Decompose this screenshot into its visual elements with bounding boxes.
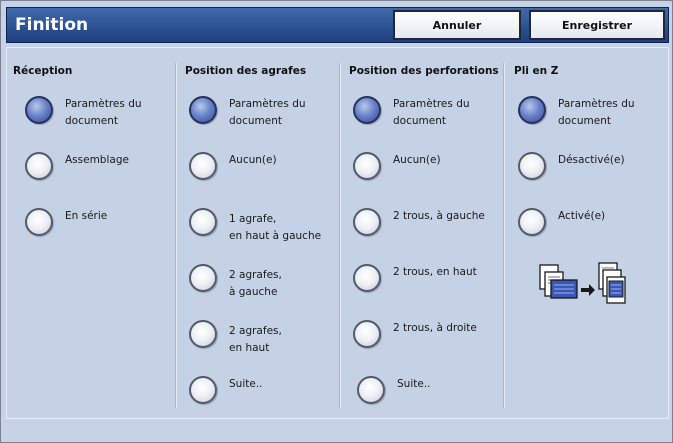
- radio-button[interactable]: [353, 152, 381, 180]
- radio-button[interactable]: [25, 208, 53, 236]
- option-label[interactable]: Assemblage: [65, 152, 129, 169]
- option-label[interactable]: 1 agrafe, en haut à gauche: [229, 211, 321, 245]
- radio-button[interactable]: [25, 152, 53, 180]
- radio-button[interactable]: [353, 208, 381, 236]
- option-label[interactable]: 2 agrafes, à gauche: [229, 267, 282, 301]
- cancel-button[interactable]: Annuler: [393, 10, 521, 40]
- radio-button-selected[interactable]: [518, 96, 546, 124]
- radio-button[interactable]: [353, 320, 381, 348]
- save-button[interactable]: Enregistrer: [529, 10, 665, 40]
- radio-button-selected[interactable]: [189, 96, 217, 124]
- column-divider: [175, 63, 177, 408]
- option-label[interactable]: Suite..: [229, 376, 263, 393]
- option-label[interactable]: Suite..: [397, 376, 431, 393]
- option-label[interactable]: Désactivé(e): [558, 152, 625, 169]
- radio-button[interactable]: [189, 264, 217, 292]
- z-fold-heading: Pli en Z: [514, 65, 559, 77]
- options-panel: Réception Position des agrafes Position …: [6, 47, 669, 419]
- column-divider: [503, 63, 505, 408]
- folded-document-stack-icon: [598, 262, 626, 304]
- z-fold-illustration-icon: [539, 262, 626, 304]
- radio-button[interactable]: [518, 208, 546, 236]
- reception-heading: Réception: [13, 65, 73, 77]
- option-label[interactable]: Aucun(e): [229, 152, 277, 169]
- radio-button-selected[interactable]: [25, 96, 53, 124]
- option-label[interactable]: 2 agrafes, en haut: [229, 323, 282, 357]
- radio-button[interactable]: [189, 208, 217, 236]
- option-label[interactable]: Paramètres du document: [393, 96, 470, 130]
- option-label[interactable]: 2 trous, à gauche: [393, 208, 485, 225]
- document-stack-icon: [539, 264, 578, 299]
- radio-button[interactable]: [357, 376, 385, 404]
- radio-button-selected[interactable]: [353, 96, 381, 124]
- status-strip: [1, 423, 672, 442]
- radio-button[interactable]: [518, 152, 546, 180]
- radio-button[interactable]: [189, 376, 217, 404]
- option-label[interactable]: 2 trous, à droite: [393, 320, 477, 337]
- radio-button[interactable]: [189, 152, 217, 180]
- option-label[interactable]: 2 trous, en haut: [393, 264, 477, 281]
- option-label[interactable]: En série: [65, 208, 107, 225]
- option-label[interactable]: Aucun(e): [393, 152, 441, 169]
- radio-button[interactable]: [189, 320, 217, 348]
- arrow-right-icon: [581, 284, 595, 296]
- option-label[interactable]: Paramètres du document: [65, 96, 142, 130]
- page-title: Finition: [15, 15, 89, 35]
- option-label[interactable]: Paramètres du document: [229, 96, 306, 130]
- staple-position-heading: Position des agrafes: [185, 65, 307, 77]
- radio-button[interactable]: [353, 264, 381, 292]
- finishing-window: Finition Annuler Enregistrer Réception P…: [0, 0, 673, 443]
- punch-position-heading: Position des perforations: [349, 65, 499, 77]
- option-label[interactable]: Paramètres du document: [558, 96, 635, 130]
- title-bar: Finition Annuler Enregistrer: [6, 7, 669, 43]
- column-divider: [339, 63, 341, 408]
- option-label[interactable]: Activé(e): [558, 208, 605, 225]
